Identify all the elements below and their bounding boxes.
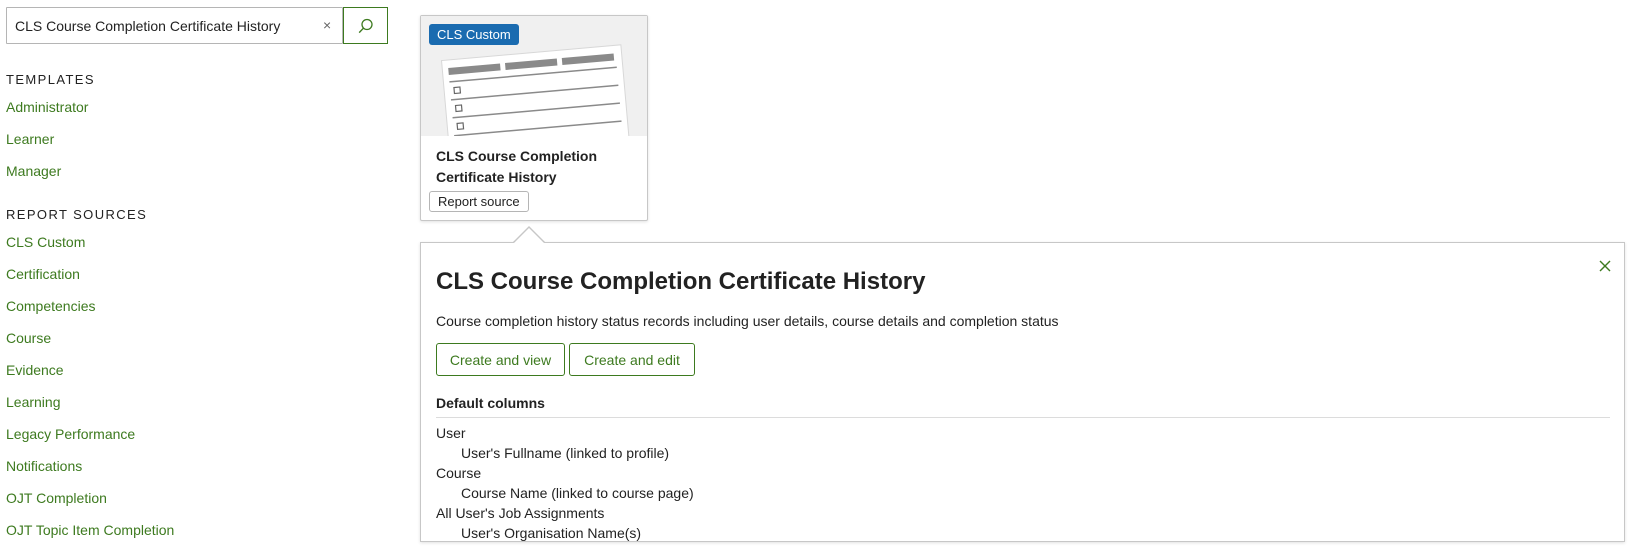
create-and-edit-button[interactable]: Create and edit	[569, 343, 695, 376]
clear-search-button[interactable]: ×	[323, 17, 331, 33]
panel-title: CLS Course Completion Certificate Histor…	[436, 268, 926, 295]
sidebar-item-learner[interactable]: Learner	[6, 123, 88, 155]
create-and-view-button[interactable]: Create and view	[436, 343, 565, 376]
sidebar-item-learning[interactable]: Learning	[6, 386, 174, 418]
default-columns-list: User User's Fullname (linked to profile)…	[436, 423, 1610, 543]
search-input[interactable]	[15, 8, 310, 43]
search-bar: ×	[6, 7, 389, 44]
column-item: Course Name (linked to course page)	[461, 485, 694, 501]
close-panel-button[interactable]	[1595, 256, 1615, 276]
sidebar-item-course[interactable]: Course	[6, 322, 174, 354]
sidebar-item-administrator[interactable]: Administrator	[6, 91, 88, 123]
sidebar-item-notifications[interactable]: Notifications	[6, 450, 174, 482]
column-group-label: User	[436, 425, 466, 441]
close-icon	[1599, 260, 1611, 272]
search-box: ×	[6, 7, 343, 44]
card-thumbnail: CLS Custom	[421, 16, 647, 136]
sidebar-item-manager[interactable]: Manager	[6, 155, 88, 187]
sidebar-item-cls-custom[interactable]: CLS Custom	[6, 226, 174, 258]
sidebar-item-certification[interactable]: Certification	[6, 258, 174, 290]
column-item: User's Fullname (linked to profile)	[461, 445, 670, 461]
templates-list: Administrator Learner Manager	[6, 91, 88, 187]
sidebar-item-ojt-completion[interactable]: OJT Completion	[6, 482, 174, 514]
report-detail-panel: CLS Course Completion Certificate Histor…	[420, 242, 1625, 542]
report-sources-list: CLS Custom Certification Competencies Co…	[6, 226, 174, 546]
panel-description: Course completion history status records…	[436, 313, 1059, 329]
default-columns-heading: Default columns	[436, 395, 545, 411]
sidebar-item-competencies[interactable]: Competencies	[6, 290, 174, 322]
column-group-label: All User's Job Assignments	[436, 505, 605, 521]
search-icon	[358, 18, 373, 34]
sidebar-item-legacy-performance[interactable]: Legacy Performance	[6, 418, 174, 450]
card-type-tag: Report source	[429, 191, 529, 212]
templates-heading: TEMPLATES	[6, 72, 95, 87]
card-source-badge: CLS Custom	[429, 24, 519, 45]
report-sources-heading: REPORT SOURCES	[6, 207, 148, 222]
sidebar-item-evidence[interactable]: Evidence	[6, 354, 174, 386]
column-group-label: Course	[436, 465, 482, 481]
panel-pointer-fill	[513, 228, 545, 244]
columns-divider	[436, 417, 1610, 418]
search-button[interactable]	[343, 7, 388, 44]
card-title: CLS Course Completion Certificate Histor…	[436, 148, 598, 185]
column-item: User's Organisation Name(s)	[461, 525, 642, 541]
report-source-card[interactable]: CLS Custom CLS Course Completion Certifi…	[420, 15, 648, 221]
sidebar-item-ojt-topic-item-completion[interactable]: OJT Topic Item Completion	[6, 514, 174, 546]
